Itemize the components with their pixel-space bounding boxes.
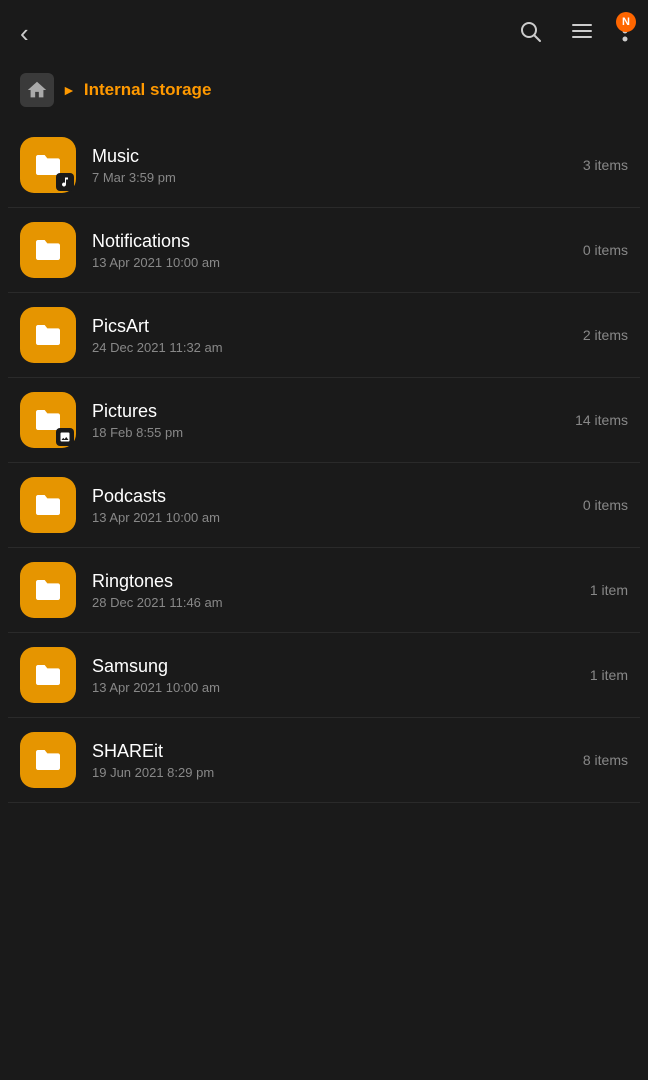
folder-icon [32,744,64,776]
folder-item-count: 1 item [590,667,628,683]
folder-name: PicsArt [92,316,571,337]
folder-name: Podcasts [92,486,571,507]
folder-item[interactable]: Samsung 13 Apr 2021 10:00 am 1 item [8,633,640,718]
breadcrumb: ► Internal storage [0,63,648,123]
folder-item[interactable]: Podcasts 13 Apr 2021 10:00 am 0 items [8,463,640,548]
folder-date: 13 Apr 2021 10:00 am [92,680,578,695]
folder-item-count: 0 items [583,497,628,513]
folder-date: 7 Mar 3:59 pm [92,170,571,185]
folder-name: Music [92,146,571,167]
folder-info: Pictures 18 Feb 8:55 pm [92,401,563,440]
folder-icon [32,574,64,606]
folder-item[interactable]: PicsArt 24 Dec 2021 11:32 am 2 items [8,293,640,378]
back-button[interactable]: ‹ [20,18,29,49]
header-right: N [518,19,628,49]
folder-info: Samsung 13 Apr 2021 10:00 am [92,656,578,695]
folder-info: SHAREit 19 Jun 2021 8:29 pm [92,741,571,780]
folder-icon-wrap [20,647,76,703]
folder-item-count: 2 items [583,327,628,343]
folder-date: 18 Feb 8:55 pm [92,425,563,440]
folder-item[interactable]: SHAREit 19 Jun 2021 8:29 pm 8 items [8,718,640,803]
notification-menu[interactable]: N [622,20,628,48]
folder-info: Podcasts 13 Apr 2021 10:00 am [92,486,571,525]
folder-item[interactable]: Notifications 13 Apr 2021 10:00 am 0 items [8,208,640,293]
folder-info: Notifications 13 Apr 2021 10:00 am [92,231,571,270]
folder-item[interactable]: Pictures 18 Feb 8:55 pm 14 items [8,378,640,463]
folder-icon-wrap [20,222,76,278]
folder-item-count: 3 items [583,157,628,173]
folder-icon [32,489,64,521]
breadcrumb-arrow: ► [62,82,76,98]
folder-item[interactable]: Music 7 Mar 3:59 pm 3 items [8,123,640,208]
folder-icon-wrap [20,562,76,618]
folder-icon [32,319,64,351]
pictures-badge-icon [56,428,74,446]
folder-name: Samsung [92,656,578,677]
folder-icon-wrap [20,137,76,193]
app-header: ‹ [0,0,648,63]
folder-list: Music 7 Mar 3:59 pm 3 items Notifications 1… [0,123,648,803]
folder-name: Pictures [92,401,563,422]
folder-info: Music 7 Mar 3:59 pm [92,146,571,185]
folder-item-count: 8 items [583,752,628,768]
folder-icon [32,659,64,691]
folder-name: Ringtones [92,571,578,592]
header-left: ‹ [20,18,29,49]
music-badge-icon [56,173,74,191]
folder-item-count: 14 items [575,412,628,428]
folder-info: PicsArt 24 Dec 2021 11:32 am [92,316,571,355]
folder-item-count: 0 items [583,242,628,258]
folder-date: 24 Dec 2021 11:32 am [92,340,571,355]
search-icon[interactable] [518,19,542,49]
folder-date: 19 Jun 2021 8:29 pm [92,765,571,780]
folder-name: SHAREit [92,741,571,762]
folder-date: 13 Apr 2021 10:00 am [92,510,571,525]
notification-badge-dot: N [616,12,636,32]
list-view-icon[interactable] [570,19,594,49]
home-folder-icon[interactable] [20,73,54,107]
folder-date: 13 Apr 2021 10:00 am [92,255,571,270]
breadcrumb-path: Internal storage [84,80,212,100]
folder-icon-wrap [20,392,76,448]
folder-icon-wrap [20,477,76,533]
folder-name: Notifications [92,231,571,252]
folder-info: Ringtones 28 Dec 2021 11:46 am [92,571,578,610]
folder-icon-wrap [20,732,76,788]
folder-date: 28 Dec 2021 11:46 am [92,595,578,610]
folder-icon [32,234,64,266]
folder-item[interactable]: Ringtones 28 Dec 2021 11:46 am 1 item [8,548,640,633]
folder-item-count: 1 item [590,582,628,598]
folder-icon-wrap [20,307,76,363]
